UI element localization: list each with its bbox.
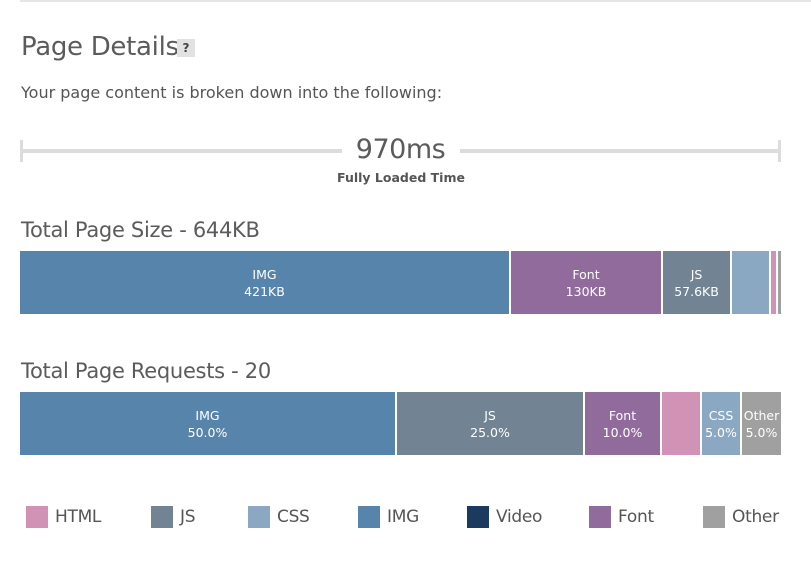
page-requests-title: Total Page Requests - 20 <box>21 359 271 383</box>
page-size-segment-html[interactable] <box>771 251 776 314</box>
page-requests-segment-other[interactable]: Other 5.0% <box>742 392 781 455</box>
segment-value-label: 130KB <box>565 283 607 299</box>
segment-value-label: 25.0% <box>470 424 510 440</box>
timeline-end-cap <box>778 140 781 162</box>
page-size-segment-js[interactable]: JS 57.6KB <box>663 251 730 314</box>
segment-value-label: 57.6KB <box>674 283 719 299</box>
segment-type-label: IMG <box>195 407 220 423</box>
legend-label: IMG <box>387 507 419 527</box>
segment-type-label: Font <box>608 407 637 423</box>
legend-swatch <box>358 506 380 528</box>
legend-label: JS <box>180 507 196 527</box>
legend-swatch <box>467 506 489 528</box>
page-size-title: Total Page Size - 644KB <box>21 218 260 242</box>
segment-value-label: 5.0% <box>745 424 778 440</box>
page-requests-segment-html[interactable] <box>662 392 700 455</box>
page-requests-segment-img[interactable]: IMG 50.0% <box>20 392 395 455</box>
page-requests-segment-font[interactable]: Font 10.0% <box>585 392 660 455</box>
page-title: Page Details <box>21 32 179 62</box>
segment-type-label: Font <box>572 266 600 282</box>
page-size-segment-css[interactable] <box>732 251 769 314</box>
legend-label: CSS <box>277 507 310 527</box>
page-requests-segment-js[interactable]: JS 25.0% <box>397 392 583 455</box>
segment-value-label: 50.0% <box>187 424 228 440</box>
legend-label: Other <box>732 507 779 527</box>
segment-value-label: 10.0% <box>602 424 643 440</box>
legend-swatch <box>151 506 173 528</box>
segment-value-label: 5.0% <box>705 424 737 440</box>
page-size-segment-font[interactable]: Font 130KB <box>511 251 661 314</box>
help-icon[interactable]: ? <box>177 39 195 57</box>
legend-label: HTML <box>55 507 102 527</box>
legend-swatch <box>589 506 611 528</box>
page-requests-bar: IMG 50.0% JS 25.0% Font 10.0% CSS 5.0% O… <box>20 392 781 455</box>
page-size-segment-img[interactable]: IMG 421KB <box>20 251 509 314</box>
segment-type-label: Other <box>743 407 780 423</box>
page-subtitle: Your page content is broken down into th… <box>21 83 443 102</box>
fully-loaded-time-value: 970ms <box>355 134 446 165</box>
top-divider <box>20 0 811 2</box>
segment-type-label: JS <box>690 266 703 282</box>
legend-label: Video <box>496 507 543 527</box>
segment-type-label: CSS <box>708 407 734 423</box>
timeline-left-line <box>20 149 342 153</box>
timeline-right-line <box>460 149 780 153</box>
page-size-bar: IMG 421KB Font 130KB JS 57.6KB <box>20 251 781 314</box>
segment-value-label: 421KB <box>244 283 285 299</box>
legend-swatch <box>26 506 48 528</box>
page-requests-segment-css[interactable]: CSS 5.0% <box>702 392 740 455</box>
segment-type-label: IMG <box>252 266 277 282</box>
content-type-legend: HTML JS CSS IMG Video Font Other <box>0 506 811 530</box>
fully-loaded-time-label: Fully Loaded Time <box>337 170 465 185</box>
legend-label: Font <box>618 507 654 527</box>
segment-type-label: JS <box>484 407 496 423</box>
legend-swatch <box>248 506 270 528</box>
legend-swatch <box>703 506 725 528</box>
page-size-segment-other[interactable] <box>778 251 781 314</box>
